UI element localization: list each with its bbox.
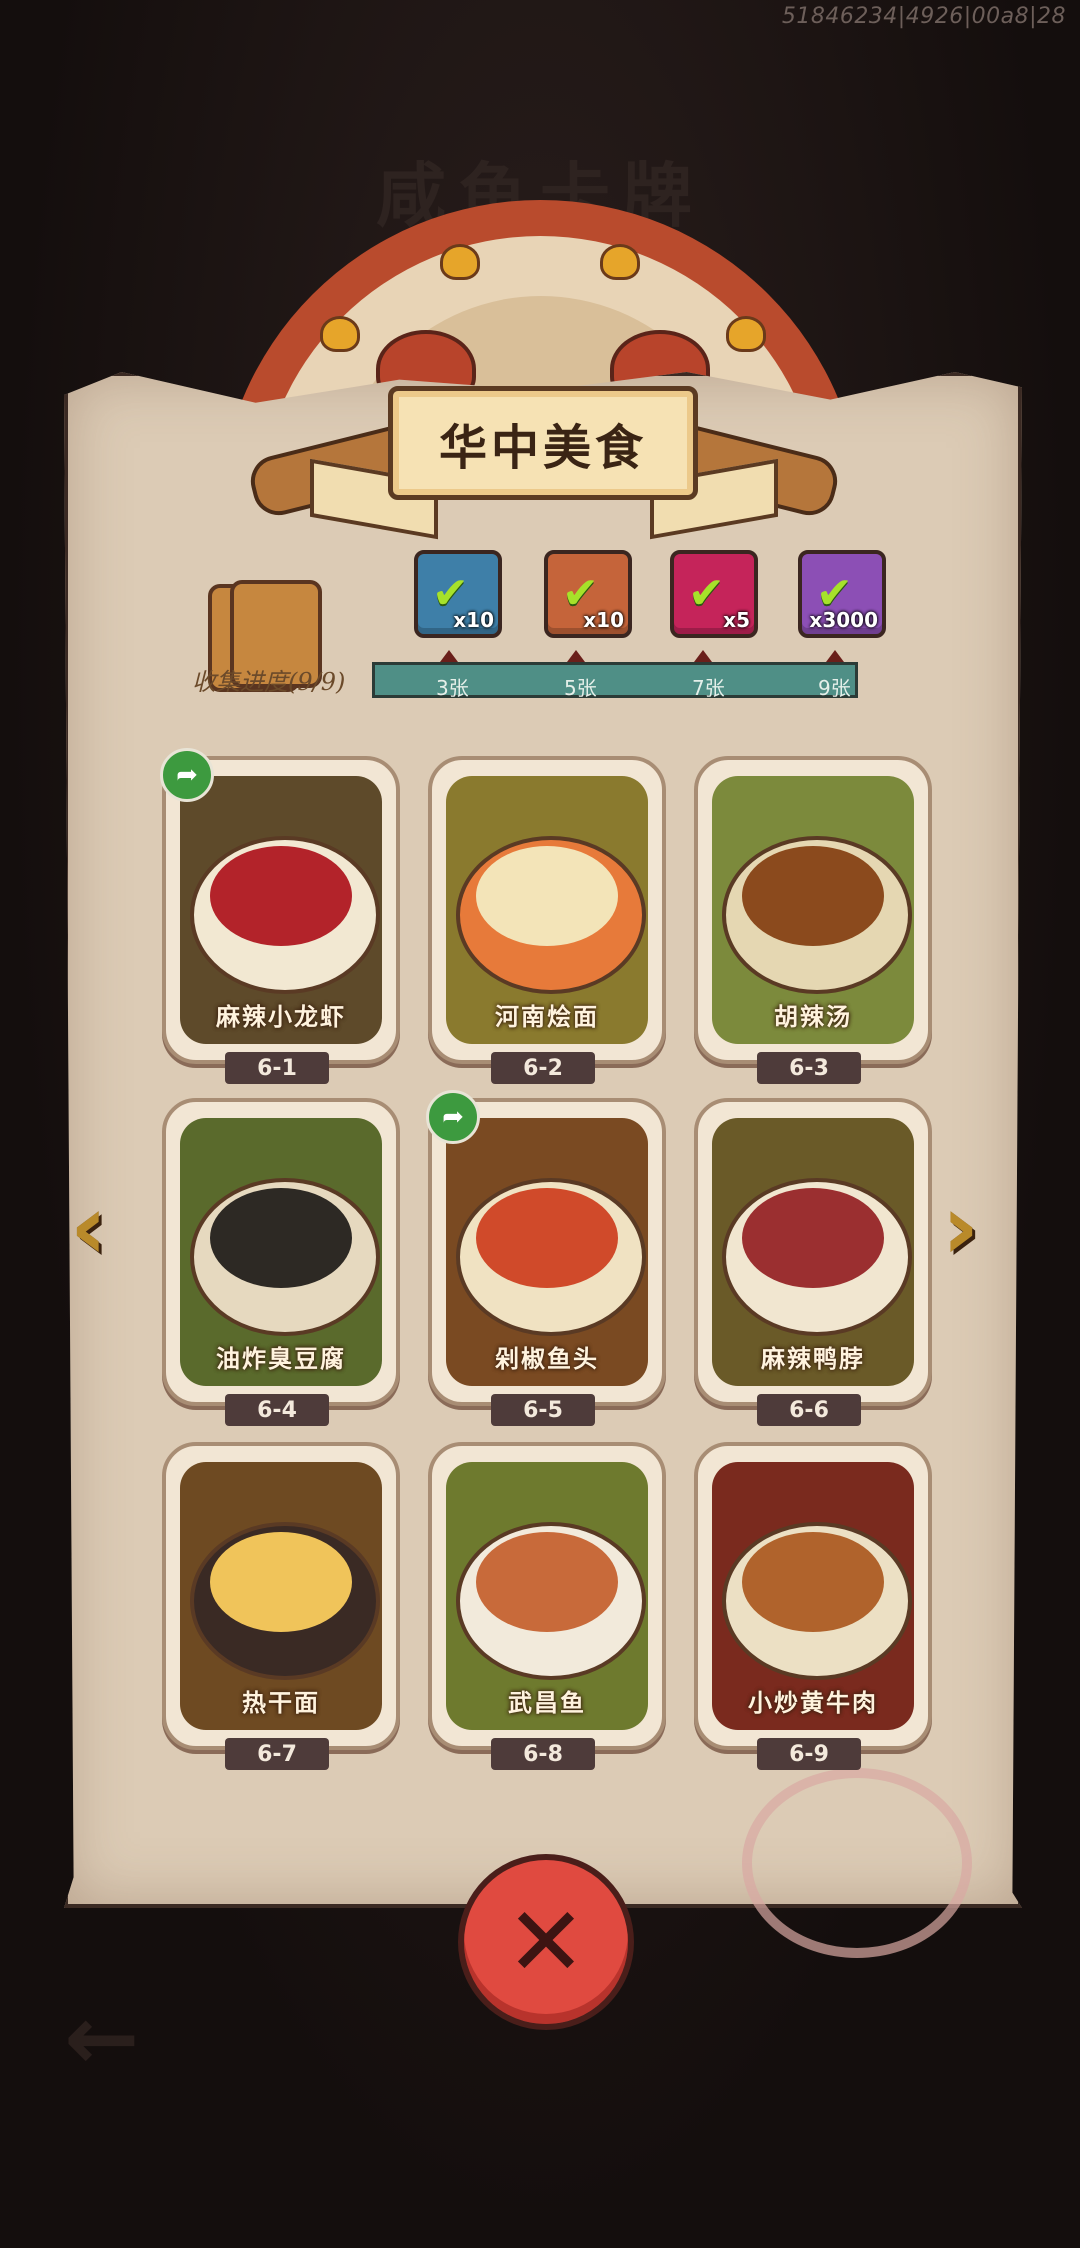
food-card-id: 6-5	[491, 1394, 595, 1426]
food-card-name: 剁椒鱼头	[495, 1344, 599, 1373]
milestone-label: 9张	[818, 676, 851, 700]
dish-food	[210, 1188, 352, 1288]
close-icon: ✕	[505, 1886, 587, 1998]
food-card-id: 6-7	[225, 1738, 329, 1770]
check-icon: ✔	[688, 568, 725, 619]
food-card-name: 热干面	[242, 1688, 320, 1717]
food-card-name: 麻辣鸭脖	[761, 1344, 865, 1373]
close-button[interactable]: ✕	[458, 1854, 634, 2030]
food-card-id: 6-1	[225, 1052, 329, 1084]
food-card-art: 麻辣鸭脖	[712, 1118, 914, 1386]
dish-food	[210, 846, 352, 946]
reward-chest-button[interactable]: ✔ x10	[414, 550, 502, 638]
stamp-decoration	[742, 1768, 972, 1958]
food-card[interactable]: 小炒黄牛肉	[694, 1442, 932, 1750]
food-card-art: 麻辣小龙虾	[180, 776, 382, 1044]
food-card[interactable]: 武昌鱼	[428, 1442, 666, 1750]
food-card-id: 6-8	[491, 1738, 595, 1770]
food-card-id: 6-3	[757, 1052, 861, 1084]
reward-quantity: x3000	[809, 608, 878, 632]
reward-orb-button[interactable]: ✔ x5	[670, 550, 758, 638]
region-banner: 华中美食	[388, 386, 698, 500]
reward-quantity: x5	[723, 608, 750, 632]
reward-quantity: x10	[583, 608, 624, 632]
chevron-right-icon[interactable]: ›	[942, 1180, 1004, 1276]
milestone-label: 5张	[564, 676, 597, 700]
food-card[interactable]: 油炸臭豆腐	[162, 1098, 400, 1406]
bell-icon	[600, 244, 640, 280]
milestone-marker	[567, 650, 585, 662]
food-card-art: 河南烩面	[446, 776, 648, 1044]
food-card-art: 油炸臭豆腐	[180, 1118, 382, 1386]
dish-food	[476, 1188, 618, 1288]
dish-food	[742, 846, 884, 946]
milestone-marker	[694, 650, 712, 662]
share-icon[interactable]: ➦	[160, 748, 214, 802]
share-icon[interactable]: ➦	[426, 1090, 480, 1144]
food-card-name: 胡辣汤	[774, 1002, 852, 1031]
debug-id: 51846234|4926|00a8|28	[781, 4, 1066, 29]
food-card-name: 小炒黄牛肉	[748, 1688, 878, 1717]
food-card-name: 武昌鱼	[508, 1688, 586, 1717]
reward-gem-button[interactable]: ✔ x3000	[798, 550, 886, 638]
food-card[interactable]: 剁椒鱼头	[428, 1098, 666, 1406]
bell-icon	[320, 316, 360, 352]
bell-icon	[726, 316, 766, 352]
food-card[interactable]: 胡辣汤	[694, 756, 932, 1064]
food-card-name: 油炸臭豆腐	[216, 1344, 346, 1373]
collection-progress-label: 收集进度(9/9)	[192, 668, 346, 696]
food-card-id: 6-2	[491, 1052, 595, 1084]
milestone-marker	[440, 650, 458, 662]
dish-food	[210, 1532, 352, 1632]
dish-food	[742, 1188, 884, 1288]
region-title: 华中美食	[438, 420, 647, 476]
food-card-art: 武昌鱼	[446, 1462, 648, 1730]
dish-food	[476, 846, 618, 946]
food-card-art: 胡辣汤	[712, 776, 914, 1044]
food-card-name: 麻辣小龙虾	[216, 1002, 346, 1031]
food-card[interactable]: 河南烩面	[428, 756, 666, 1064]
dish-food	[476, 1532, 618, 1632]
reward-quantity: x10	[453, 608, 494, 632]
milestone-marker	[826, 650, 844, 662]
reward-scroll-button[interactable]: ✔ x10	[544, 550, 632, 638]
food-card-id: 6-6	[757, 1394, 861, 1426]
milestone-label: 3张	[436, 676, 469, 700]
food-card-art: 小炒黄牛肉	[712, 1462, 914, 1730]
food-card-id: 6-4	[225, 1394, 329, 1426]
food-card[interactable]: 麻辣小龙虾	[162, 756, 400, 1064]
back-icon: ←	[64, 1986, 140, 2091]
food-card-id: 6-9	[757, 1738, 861, 1770]
chevron-left-icon[interactable]: ‹	[70, 1180, 132, 1276]
milestone-label: 7张	[692, 676, 725, 700]
bell-icon	[440, 244, 480, 280]
food-card[interactable]: 麻辣鸭脖	[694, 1098, 932, 1406]
dish-food	[742, 1532, 884, 1632]
food-card-art: 剁椒鱼头	[446, 1118, 648, 1386]
food-card[interactable]: 热干面	[162, 1442, 400, 1750]
food-card-art: 热干面	[180, 1462, 382, 1730]
food-card-name: 河南烩面	[495, 1002, 599, 1031]
